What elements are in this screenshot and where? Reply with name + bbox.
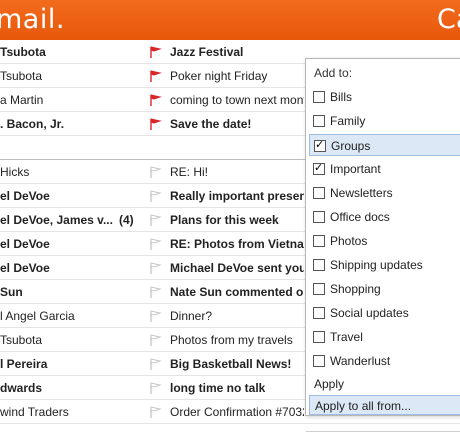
message-subject: long time no talk xyxy=(170,381,266,395)
message-subject: Plans for this week xyxy=(170,213,279,227)
flag-icon[interactable] xyxy=(148,93,162,107)
category-checkbox[interactable] xyxy=(313,187,325,199)
app-brand: mail. xyxy=(0,4,65,35)
message-subject: Michael DeVoe sent you a xyxy=(170,261,304,275)
category-label: Bills xyxy=(330,90,353,104)
category-item-newsletters[interactable]: Newsletters xyxy=(309,182,460,204)
category-item-important[interactable]: Important xyxy=(309,158,460,180)
message-sender: el DeVoe xyxy=(0,189,50,203)
message-sender: Sun xyxy=(0,285,23,299)
flag-icon[interactable] xyxy=(148,45,162,59)
flag-icon[interactable] xyxy=(148,333,162,347)
message-sender: wind Traders xyxy=(0,405,69,419)
message-subject: Photos from my travels xyxy=(170,333,293,347)
app-header: mail. Ca xyxy=(0,0,460,40)
flag-icon[interactable] xyxy=(148,261,162,275)
category-label: Social updates xyxy=(330,306,409,320)
category-item-office-docs[interactable]: Office docs xyxy=(309,206,460,228)
message-sender: l Angel Garcia xyxy=(0,309,75,323)
category-checkbox[interactable] xyxy=(313,115,325,127)
message-subject: Really important presenta xyxy=(170,189,304,203)
apply-label: Apply xyxy=(314,377,345,391)
flag-icon[interactable] xyxy=(148,117,162,131)
category-checkbox[interactable] xyxy=(313,307,325,319)
category-label: Groups xyxy=(331,139,371,153)
category-item-social-updates[interactable]: Social updates xyxy=(309,302,460,324)
flag-icon[interactable] xyxy=(148,165,162,179)
menu-heading: Add to: xyxy=(314,66,353,80)
apply-button[interactable]: Apply xyxy=(309,374,460,394)
category-label: Wanderlust xyxy=(330,354,391,368)
message-subject: RE: Photos from Vietnam xyxy=(170,237,304,251)
flag-icon[interactable] xyxy=(148,381,162,395)
message-sender: a Martin xyxy=(0,93,44,107)
category-checkbox[interactable] xyxy=(313,235,325,247)
category-checkbox[interactable] xyxy=(313,91,325,103)
category-label: Shipping updates xyxy=(330,258,423,272)
message-sender: Hicks xyxy=(0,165,30,179)
category-checkbox[interactable] xyxy=(314,138,326,152)
thread-count: (4) xyxy=(119,213,134,227)
message-subject: Dinner? xyxy=(170,309,213,323)
message-sender: Tsubota xyxy=(0,333,43,347)
flag-icon[interactable] xyxy=(148,309,162,323)
flag-icon[interactable] xyxy=(148,237,162,251)
apply-to-all-label: Apply to all from... xyxy=(315,399,412,413)
message-subject: RE: Hi! xyxy=(170,165,209,179)
message-sender: dwards xyxy=(0,381,43,395)
message-subject: Big Basketball News! xyxy=(170,357,292,371)
category-label: Shopping xyxy=(330,282,381,296)
message-subject: Poker night Friday xyxy=(170,69,268,83)
category-checkbox[interactable] xyxy=(313,331,325,343)
category-label: Travel xyxy=(330,330,363,344)
apply-to-all-button[interactable]: Apply to all from... xyxy=(309,395,460,415)
message-sender: el DeVoe, James v... xyxy=(0,213,113,227)
category-item-photos[interactable]: Photos xyxy=(309,230,460,252)
category-label: Important xyxy=(330,162,381,176)
category-item-groups[interactable]: Groups xyxy=(309,134,460,156)
flag-icon[interactable] xyxy=(148,357,162,371)
message-subject: coming to town next month xyxy=(170,93,304,107)
category-item-bills[interactable]: Bills xyxy=(309,86,460,108)
category-item-wanderlust[interactable]: Wanderlust xyxy=(309,350,460,372)
category-checkbox[interactable] xyxy=(313,259,325,271)
category-item-family[interactable]: Family xyxy=(309,110,460,132)
message-subject: Save the date! xyxy=(170,117,252,131)
message-sender: . Bacon, Jr. xyxy=(0,117,65,131)
category-item-shipping-updates[interactable]: Shipping updates xyxy=(309,254,460,276)
category-item-travel[interactable]: Travel xyxy=(309,326,460,348)
flag-icon[interactable] xyxy=(148,405,162,419)
category-checkbox[interactable] xyxy=(313,211,325,223)
category-checkbox[interactable] xyxy=(313,161,325,175)
categories-menu: Add to: Bills Family Groups Important Newsle… xyxy=(305,58,460,432)
category-label: Office docs xyxy=(330,210,390,224)
header-right-text[interactable]: Ca xyxy=(437,4,460,35)
flag-icon[interactable] xyxy=(148,69,162,83)
message-sender: l Pereira xyxy=(0,357,48,371)
message-sender: Tsubota xyxy=(0,45,46,59)
message-subject: Order Confirmation #703296 xyxy=(170,405,304,419)
category-item-shopping[interactable]: Shopping xyxy=(309,278,460,300)
flag-icon[interactable] xyxy=(148,213,162,227)
message-subject: Nate Sun commented on y xyxy=(170,285,304,299)
category-checkbox[interactable] xyxy=(313,355,325,367)
message-sender: el DeVoe xyxy=(0,261,50,275)
category-label: Family xyxy=(330,114,366,128)
message-subject: Jazz Festival xyxy=(170,45,244,59)
category-label: Newsletters xyxy=(330,186,393,200)
category-label: Photos xyxy=(330,234,368,248)
flag-icon[interactable] xyxy=(148,285,162,299)
category-checkbox[interactable] xyxy=(313,283,325,295)
message-sender: Tsubota xyxy=(0,69,43,83)
flag-icon[interactable] xyxy=(148,189,162,203)
menu-separator xyxy=(306,431,460,432)
message-sender: el DeVoe xyxy=(0,237,50,251)
